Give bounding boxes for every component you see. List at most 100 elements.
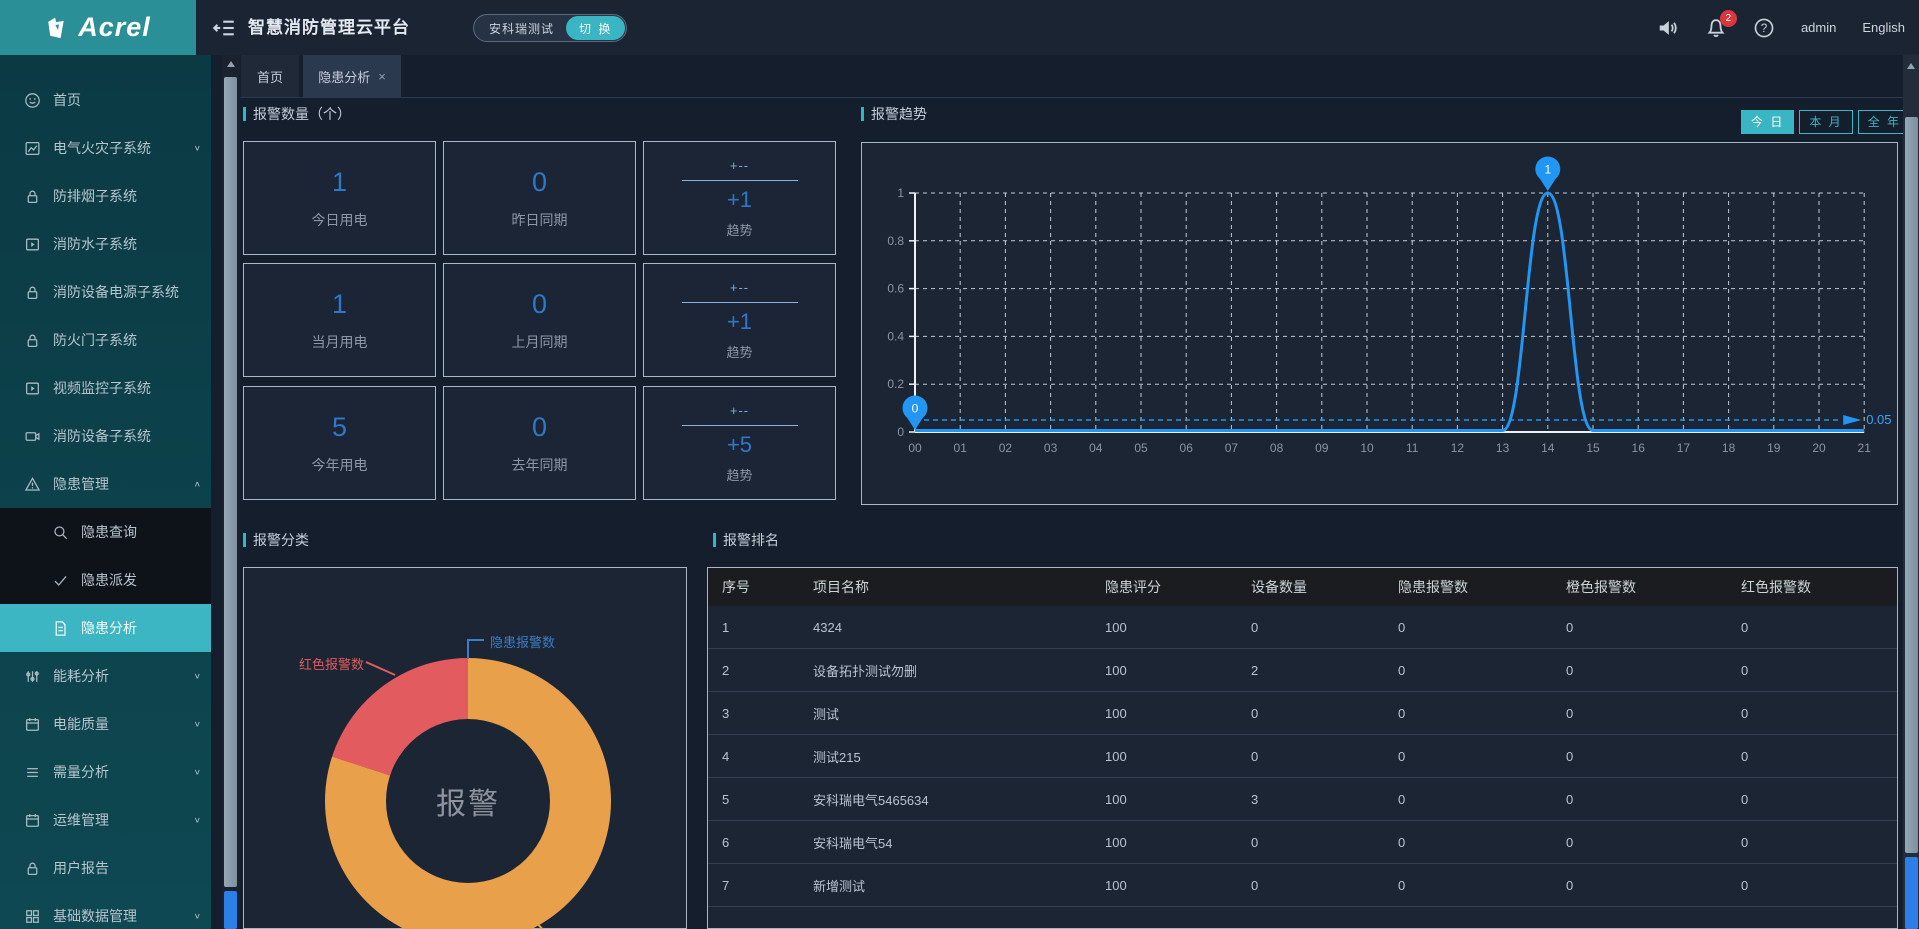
sidebar-item-bottom-3[interactable]: 运维管理∨ [0, 796, 211, 844]
chevron-down-icon: ∨ [194, 720, 201, 729]
tab-0[interactable]: 首页 [241, 55, 299, 97]
sidebar-scrollbar-end[interactable] [224, 891, 237, 929]
bell-icon[interactable]: 2 [1705, 17, 1727, 39]
trend-divider [682, 302, 798, 303]
sidebar-item-top-4[interactable]: 消防设备电源子系统 [0, 268, 211, 316]
sidebar-item-label: 用户报告 [53, 858, 201, 878]
svg-text:17: 17 [1677, 441, 1691, 455]
stat-value: 0 [532, 412, 547, 443]
table-cell: 0 [1566, 778, 1573, 820]
scroll-up-arrow-icon[interactable] [1907, 63, 1915, 69]
sidebar-item-sub-0[interactable]: 隐患查询 [0, 508, 211, 556]
brand-logo-text: Acrel [78, 12, 151, 43]
table-cell: 100 [1105, 692, 1127, 734]
sidebar-item-top-8[interactable]: 隐患管理∧ [0, 460, 211, 508]
sidebar-item-top-7[interactable]: 消防设备子系统 [0, 412, 211, 460]
sidebar-item-bottom-0[interactable]: 能耗分析∨ [0, 652, 211, 700]
sidebar-item-sub-2[interactable]: 隐患分析 [0, 604, 211, 652]
table-cell: 0 [1398, 735, 1405, 777]
pie-label-line [467, 639, 484, 641]
table-row-7[interactable]: 7新增测试1000000 [708, 864, 1897, 907]
sidebar-item-label: 消防水子系统 [53, 234, 201, 254]
stat-value: 0 [532, 167, 547, 198]
table-cell: 3 [722, 692, 729, 734]
table-cell: 5 [722, 778, 729, 820]
main-scrollbar-thumb[interactable] [1905, 117, 1918, 853]
section-title-alarm-count: 报警数量（个） [243, 106, 351, 122]
table-cell: 0 [1251, 606, 1258, 648]
stat-label: 今日用电 [312, 210, 368, 230]
svg-text:0.8: 0.8 [887, 234, 904, 248]
project-name: 安科瑞测试 [489, 20, 554, 37]
table-row-6[interactable]: 6安科瑞电气541000000 [708, 821, 1897, 864]
sidebar-item-top-0[interactable]: 首页 [0, 76, 211, 124]
table-cell: 0 [1566, 606, 1573, 648]
table-header-cell: 隐患报警数 [1398, 568, 1468, 606]
tab-1[interactable]: 隐患分析× [303, 55, 401, 97]
pie-label-line [366, 661, 396, 675]
stat-label: 去年同期 [512, 455, 568, 475]
stat-label: 趋势 [726, 220, 752, 239]
section-title-alarm-rank: 报警排名 [713, 532, 779, 548]
chevron-down-icon: ∨ [194, 816, 201, 825]
sidebar-item-sub-1[interactable]: 隐患派发 [0, 556, 211, 604]
speaker-icon[interactable] [1657, 17, 1679, 39]
sidebar-scrollbar[interactable] [222, 55, 240, 929]
table-row-4[interactable]: 4测试2151000000 [708, 735, 1897, 778]
sidebar-item-bottom-5[interactable]: 基础数据管理∨ [0, 892, 211, 929]
table-header-cell: 橙色报警数 [1566, 568, 1636, 606]
sidebar-scrollbar-thumb[interactable] [224, 77, 237, 887]
scroll-up-arrow-icon[interactable] [227, 61, 235, 67]
user-menu[interactable]: admin [1801, 20, 1836, 35]
table-row-2[interactable]: 2设备拓扑测试勿删1002000 [708, 649, 1897, 692]
table-header-cell: 项目名称 [813, 568, 869, 606]
stat-card-8: +--+5趋势 [643, 386, 836, 500]
range-button-0[interactable]: 今 日 [1741, 110, 1794, 134]
table-row-5[interactable]: 5安科瑞电气54656341003000 [708, 778, 1897, 821]
sidebar-item-bottom-1[interactable]: 电能质量∨ [0, 700, 211, 748]
table-row-3[interactable]: 3测试1000000 [708, 692, 1897, 735]
switch-project-button[interactable]: 切 换 [566, 16, 625, 40]
table-header-cell: 红色报警数 [1741, 568, 1811, 606]
table-cell: 安科瑞电气54 [813, 821, 892, 863]
table-row-1[interactable]: 143241000000 [708, 606, 1897, 649]
tab-close-icon[interactable]: × [378, 69, 386, 84]
table-cell: 0 [1741, 778, 1748, 820]
tab-label: 首页 [257, 67, 283, 86]
svg-text:?: ? [1761, 22, 1768, 35]
svg-text:05: 05 [1134, 441, 1148, 455]
svg-text:0: 0 [897, 425, 904, 439]
sidebar-collapse-icon[interactable] [212, 16, 236, 40]
brand-logo-icon [45, 15, 71, 41]
trend-numerator: +-- [730, 280, 749, 295]
stat-value: 0 [532, 289, 547, 320]
language-switch[interactable]: English [1862, 20, 1905, 35]
main-scrollbar[interactable] [1903, 55, 1919, 929]
table-cell: 新增测试 [813, 864, 865, 906]
project-selector[interactable]: 安科瑞测试 切 换 [473, 14, 627, 42]
sidebar-item-bottom-2[interactable]: 需量分析∨ [0, 748, 211, 796]
range-button-1[interactable]: 本 月 [1799, 110, 1852, 134]
alarm-category-panel: 报警隐患报警数红色报警数 [243, 567, 687, 929]
sidebar-item-top-2[interactable]: 防排烟子系统 [0, 172, 211, 220]
sidebar-item-top-5[interactable]: 防火门子系统 [0, 316, 211, 364]
help-icon[interactable]: ? [1753, 17, 1775, 39]
sidebar-item-label: 隐患管理 [53, 474, 194, 494]
main-scrollbar-end[interactable] [1905, 857, 1918, 929]
svg-text:07: 07 [1225, 441, 1239, 455]
table-cell: 安科瑞电气5465634 [813, 778, 929, 820]
sidebar-item-top-1[interactable]: 电气火灾子系统∨ [0, 124, 211, 172]
table-header-cell: 设备数量 [1251, 568, 1307, 606]
sidebar-item-top-6[interactable]: 视频监控子系统 [0, 364, 211, 412]
chevron-down-icon: ∨ [194, 144, 201, 153]
sidebar-item-label: 消防设备子系统 [53, 426, 201, 446]
sidebar-item-bottom-4[interactable]: 用户报告 [0, 844, 211, 892]
svg-text:1: 1 [1544, 163, 1551, 177]
table-cell: 6 [722, 821, 729, 863]
table-cell: 100 [1105, 864, 1127, 906]
table-cell: 0 [1741, 735, 1748, 777]
svg-text:20: 20 [1812, 441, 1826, 455]
calendar-icon [24, 812, 41, 829]
table-cell: 100 [1105, 649, 1127, 691]
sidebar-item-top-3[interactable]: 消防水子系统 [0, 220, 211, 268]
